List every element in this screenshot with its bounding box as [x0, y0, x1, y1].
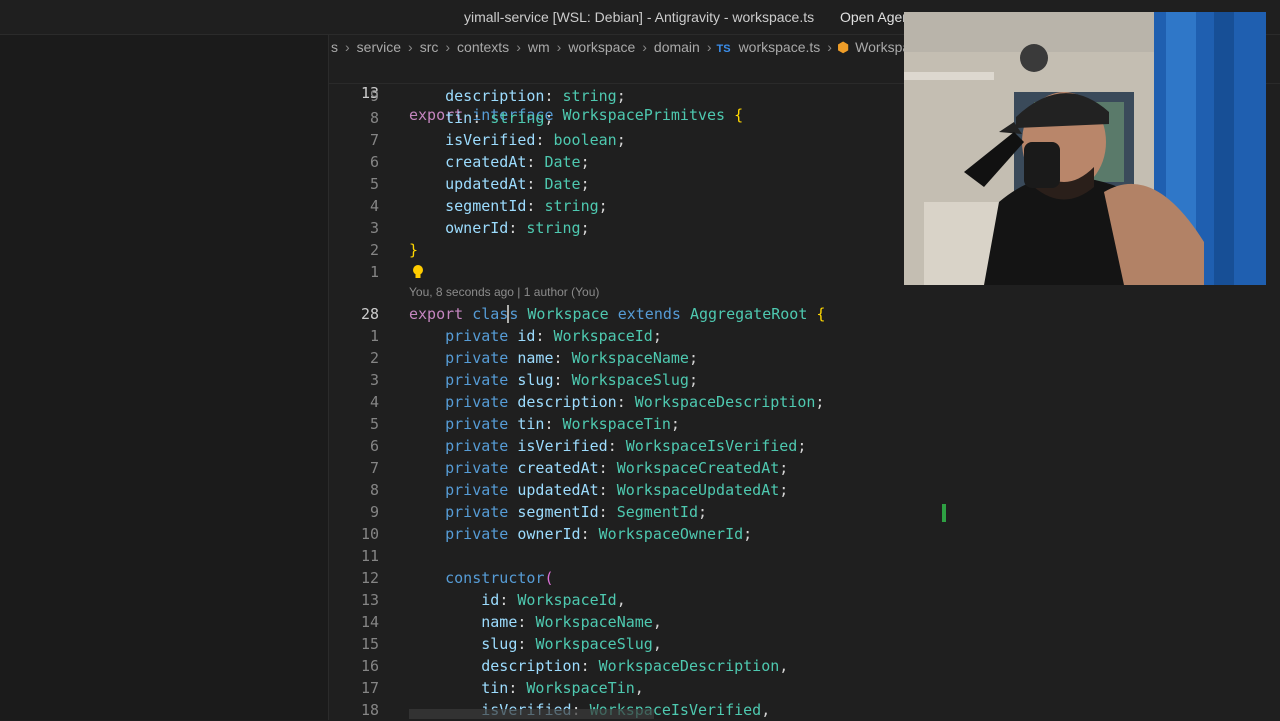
breadcrumb-item[interactable]: src — [420, 39, 439, 55]
code-line[interactable]: 8 private updatedAt: WorkspaceUpdatedAt; — [329, 479, 1280, 501]
class-symbol-icon: ⬢ — [836, 39, 850, 55]
code-line[interactable]: 3 private slug: WorkspaceSlug; — [329, 369, 1280, 391]
code-line[interactable]: 9 private segmentId: SegmentId; — [329, 501, 1280, 523]
code-line[interactable]: 6 private isVerified: WorkspaceIsVerifie… — [329, 435, 1280, 457]
code-line[interactable]: 7 private createdAt: WorkspaceCreatedAt; — [329, 457, 1280, 479]
code-line[interactable]: 17 tin: WorkspaceTin, — [329, 677, 1280, 699]
line-number: 1 — [369, 326, 379, 345]
line-text: tin: string; — [445, 109, 554, 127]
line-number: 12 — [360, 568, 379, 587]
line-text: private segmentId: SegmentId; — [445, 502, 708, 521]
line-text: private description: WorkspaceDescriptio… — [445, 392, 825, 411]
git-blame-annotation[interactable]: You, 8 seconds ago | 1 author (You) — [409, 285, 599, 299]
lightbulb-icon[interactable] — [411, 264, 425, 280]
line-number: 4 — [369, 392, 379, 411]
line-number: 14 — [360, 612, 379, 631]
line-number: 7 — [369, 458, 379, 477]
line-text: description: string; — [445, 87, 626, 105]
line-text: private ownerId: WorkspaceOwnerId; — [445, 524, 753, 543]
code-line[interactable]: 1 private id: WorkspaceId; — [329, 325, 1280, 347]
window-title: yimall-service [WSL: Debian] - Antigravi… — [464, 9, 815, 25]
line-number: 6 — [369, 436, 379, 455]
line-number: 6 — [369, 153, 379, 171]
text-cursor — [507, 305, 510, 324]
line-number: 1 — [369, 263, 379, 281]
webcam-overlay — [904, 12, 1266, 285]
line-number: 3 — [369, 219, 379, 237]
code-line[interactable]: 16 description: WorkspaceDescription, — [329, 655, 1280, 677]
line-text: description: WorkspaceDescription, — [481, 656, 789, 675]
line-number: 18 — [360, 700, 379, 719]
line-text: private tin: WorkspaceTin; — [445, 414, 680, 433]
line-number: 8 — [369, 109, 379, 127]
code-line[interactable]: 4 private description: WorkspaceDescript… — [329, 391, 1280, 413]
line-text: export class Workspace extends Aggregate… — [409, 304, 826, 324]
line-text: createdAt: Date; — [445, 153, 590, 171]
line-number: 2 — [369, 348, 379, 367]
line-number: 16 — [360, 656, 379, 675]
breadcrumb-item[interactable]: service — [357, 39, 401, 55]
webcam-image — [904, 12, 1266, 285]
git-added-indicator — [942, 504, 946, 522]
line-text: updatedAt: Date; — [445, 175, 590, 193]
line-text: private isVerified: WorkspaceIsVerified; — [445, 436, 807, 455]
code-line[interactable]: 5 private tin: WorkspaceTin; — [329, 413, 1280, 435]
line-number: 9 — [369, 87, 379, 105]
breadcrumb: s › service › src › contexts › wm › workspace › doma… — [329, 39, 927, 59]
code-line[interactable]: 10 private ownerId: WorkspaceOwnerId; — [329, 523, 1280, 545]
chevron-right-icon: › — [827, 39, 832, 55]
line-number: 4 — [369, 197, 379, 215]
chevron-right-icon: › — [706, 39, 712, 55]
horizontal-scrollbar[interactable] — [409, 709, 654, 719]
chevron-right-icon: › — [445, 39, 451, 55]
chevron-right-icon: › — [642, 39, 647, 55]
breadcrumb-item[interactable]: s — [331, 39, 338, 55]
code-line[interactable]: 12 constructor( — [329, 567, 1280, 589]
code-line[interactable]: 13 id: WorkspaceId, — [329, 589, 1280, 611]
chevron-right-icon: › — [408, 39, 413, 55]
breadcrumb-item[interactable]: contexts — [457, 39, 509, 55]
line-text: private slug: WorkspaceSlug; — [445, 370, 698, 389]
code-line[interactable]: 14 name: WorkspaceName, — [329, 611, 1280, 633]
line-number: 11 — [360, 546, 379, 565]
line-number: 10 — [360, 524, 379, 543]
line-text: slug: WorkspaceSlug, — [481, 634, 662, 653]
line-text: name: WorkspaceName, — [481, 612, 662, 631]
line-text: ownerId: string; — [445, 219, 590, 237]
line-number: 5 — [369, 414, 379, 433]
line-number: 9 — [369, 502, 379, 521]
code-line[interactable]: 15 slug: WorkspaceSlug, — [329, 633, 1280, 655]
line-text: private createdAt: WorkspaceCreatedAt; — [445, 458, 789, 477]
code-line[interactable]: 2 private name: WorkspaceName; — [329, 347, 1280, 369]
line-number: 8 — [369, 480, 379, 499]
code-line[interactable]: 28 export class Workspace extends Aggrega… — [329, 303, 1280, 325]
line-number: 28 — [360, 304, 379, 323]
chevron-right-icon: › — [556, 39, 562, 55]
line-number: 3 — [369, 370, 379, 389]
line-text: constructor( — [445, 568, 554, 587]
sidebar — [0, 35, 328, 720]
line-text: } — [409, 241, 419, 259]
code-line[interactable]: 11 — [329, 545, 1280, 567]
chevron-right-icon: › — [516, 39, 521, 55]
line-number: 15 — [360, 634, 379, 653]
line-text: private updatedAt: WorkspaceUpdatedAt; — [445, 480, 789, 499]
line-text: private id: WorkspaceId; — [445, 326, 662, 345]
breadcrumb-item[interactable]: wm — [528, 39, 550, 55]
chevron-right-icon: › — [345, 39, 350, 55]
typescript-file-icon: TS — [716, 43, 731, 55]
line-number: 5 — [369, 175, 379, 193]
line-number: 17 — [360, 678, 379, 697]
line-number: 7 — [369, 131, 379, 149]
breadcrumb-item[interactable]: domain — [654, 39, 700, 55]
breadcrumb-file[interactable]: workspace.ts — [739, 39, 821, 55]
line-text: segmentId: string; — [445, 197, 608, 215]
line-number: 2 — [369, 241, 379, 259]
line-number: 13 — [360, 590, 379, 609]
line-text: tin: WorkspaceTin, — [481, 678, 644, 697]
line-text: id: WorkspaceId, — [481, 590, 626, 609]
line-text: isVerified: boolean; — [445, 131, 626, 149]
line-text: private name: WorkspaceName; — [445, 348, 698, 367]
breadcrumb-item[interactable]: workspace — [568, 39, 635, 55]
